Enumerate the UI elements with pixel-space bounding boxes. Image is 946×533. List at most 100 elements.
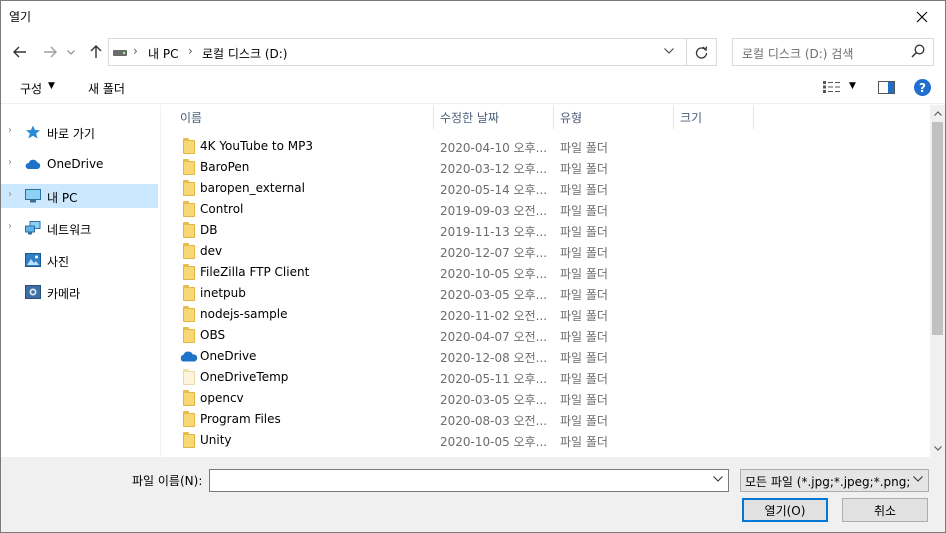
column-header-row: ^ 이름 수정한 날짜 유형 크기 — [162, 105, 930, 129]
drive-icon — [113, 50, 127, 56]
sidebar-item-network[interactable]: › 네트워크 — [1, 216, 158, 240]
vertical-scrollbar[interactable] — [930, 105, 945, 457]
table-row[interactable]: 4K YouTube to MP3 2020-04-10 오후... 파일 폴더 — [162, 136, 930, 157]
column-header-size[interactable]: 크기 — [680, 109, 702, 126]
breadcrumb-local-disk[interactable]: 로컬 디스크 (D:) — [202, 45, 287, 62]
new-folder-button[interactable]: 새 폴더 — [88, 80, 125, 97]
sidebar-item-camera[interactable]: 카메라 — [1, 280, 158, 304]
address-history-dropdown[interactable] — [664, 44, 674, 57]
sidebar-item-onedrive[interactable]: › OneDrive — [1, 152, 158, 176]
file-name: 4K YouTube to MP3 — [200, 139, 314, 153]
column-header-type[interactable]: 유형 — [560, 109, 582, 126]
chevron-down-icon — [933, 446, 942, 451]
file-type: 파일 폴더 — [560, 162, 608, 176]
folder-icon — [183, 411, 195, 427]
file-type-filter-select[interactable]: 모든 파일 (*.jpg;*.jpeg;*.png;*.l — [740, 469, 929, 492]
chevron-up-icon — [933, 111, 942, 116]
table-row[interactable]: Control 2019-09-03 오전... 파일 폴더 — [162, 199, 930, 220]
folder-icon — [183, 390, 195, 406]
file-name: Unity — [200, 433, 232, 447]
folder-icon — [183, 222, 195, 238]
help-icon[interactable]: ? — [914, 79, 931, 96]
open-file-dialog: 열기 › 내 PC › 로컬 디스크 (D:) 로컬 디스크 (D:) 검색 구… — [0, 0, 946, 533]
expand-chevron-icon[interactable]: › — [8, 157, 12, 168]
file-type: 파일 폴더 — [560, 393, 608, 407]
expand-chevron-icon[interactable]: › — [8, 221, 12, 232]
close-button[interactable] — [899, 1, 945, 32]
scroll-up-icon[interactable] — [930, 105, 945, 122]
file-name: opencv — [200, 391, 244, 405]
table-row[interactable]: OBS 2020-04-07 오전... 파일 폴더 — [162, 325, 930, 346]
organize-menu-button[interactable]: 구성 — [20, 80, 42, 97]
table-row[interactable]: inetpub 2020-03-05 오후... 파일 폴더 — [162, 283, 930, 304]
filename-label: 파일 이름(N): — [132, 474, 203, 488]
column-header-date[interactable]: 수정한 날짜 — [440, 109, 499, 126]
file-date: 2020-10-05 오후... — [440, 435, 548, 449]
search-input[interactable]: 로컬 디스크 (D:) 검색 — [732, 38, 934, 66]
column-divider[interactable] — [433, 105, 434, 129]
monitor-icon — [25, 189, 41, 203]
open-button[interactable]: 열기(O) — [742, 498, 828, 522]
file-date: 2020-12-08 오전... — [440, 351, 548, 365]
file-name: Program Files — [200, 412, 281, 426]
cancel-button[interactable]: 취소 — [842, 498, 928, 522]
table-row[interactable]: dev 2020-12-07 오후... 파일 폴더 — [162, 241, 930, 262]
file-type: 파일 폴더 — [560, 246, 608, 260]
file-name: OBS — [200, 328, 226, 342]
expand-chevron-icon[interactable]: › — [8, 189, 12, 200]
file-date: 2019-11-13 오후... — [440, 225, 548, 239]
file-name: OneDriveTemp — [200, 370, 289, 384]
file-type: 파일 폴더 — [560, 330, 608, 344]
filename-input[interactable] — [209, 469, 729, 492]
forward-button[interactable] — [39, 41, 61, 63]
breadcrumb-this-pc[interactable]: 내 PC — [148, 45, 178, 62]
table-row[interactable]: DB 2019-11-13 오후... 파일 폴더 — [162, 220, 930, 241]
back-button[interactable] — [9, 41, 31, 63]
chevron-down-icon — [913, 474, 923, 485]
refresh-button[interactable] — [687, 38, 717, 66]
table-row[interactable]: baropen_external 2020-05-14 오후... 파일 폴더 — [162, 178, 930, 199]
file-name: baropen_external — [200, 181, 305, 195]
table-row[interactable]: FileZilla FTP Client 2020-10-05 오후... 파일… — [162, 262, 930, 283]
expand-chevron-icon[interactable]: › — [8, 125, 12, 136]
navigation-bar: › 내 PC › 로컬 디스크 (D:) 로컬 디스크 (D:) 검색 — [1, 35, 945, 69]
file-list: ^ 이름 수정한 날짜 유형 크기 4K YouTube to MP3 2020… — [162, 105, 930, 457]
sidebar-item-label: 네트워크 — [47, 223, 92, 237]
file-type: 파일 폴더 — [560, 204, 608, 218]
folder-icon — [183, 285, 195, 301]
up-button[interactable] — [85, 41, 107, 63]
table-row[interactable]: OneDrive 2020-12-08 오전... 파일 폴더 — [162, 346, 930, 367]
filename-history-dropdown[interactable] — [713, 474, 723, 485]
folder-icon — [183, 327, 195, 343]
sidebar-item-label: 내 PC — [47, 191, 78, 205]
column-divider[interactable] — [753, 105, 754, 129]
sidebar-item-this-pc[interactable]: › 내 PC — [1, 184, 158, 208]
table-row[interactable]: Unity 2020-10-05 오후... 파일 폴더 — [162, 430, 930, 451]
recent-locations-button[interactable] — [63, 41, 79, 63]
scroll-down-icon[interactable] — [930, 440, 945, 457]
sidebar-item-quick-access[interactable]: › 바로 가기 — [1, 120, 158, 144]
scrollbar-thumb[interactable] — [932, 122, 943, 335]
table-row[interactable]: BaroPen 2020-03-12 오후... 파일 폴더 — [162, 157, 930, 178]
sidebar-item-photos[interactable]: 사진 — [1, 248, 158, 272]
column-header-name[interactable]: 이름 — [180, 109, 202, 126]
preview-pane-icon[interactable] — [878, 81, 895, 94]
folder-icon — [183, 432, 195, 448]
table-row[interactable]: opencv 2020-03-05 오후... 파일 폴더 — [162, 388, 930, 409]
table-row[interactable]: OneDriveTemp 2020-05-11 오후... 파일 폴더 — [162, 367, 930, 388]
column-divider[interactable] — [553, 105, 554, 129]
sidebar-item-label: OneDrive — [47, 157, 104, 171]
sidebar-item-label: 카메라 — [47, 287, 81, 301]
file-date: 2020-12-07 오후... — [440, 246, 548, 260]
view-options-icon[interactable] — [823, 81, 840, 93]
table-row[interactable]: nodejs-sample 2020-11-02 오전... 파일 폴더 — [162, 304, 930, 325]
file-type: 파일 폴더 — [560, 309, 608, 323]
arrow-up-icon — [90, 45, 102, 58]
column-divider[interactable] — [673, 105, 674, 129]
address-bar[interactable]: › 내 PC › 로컬 디스크 (D:) — [108, 38, 687, 66]
file-type: 파일 폴더 — [560, 435, 608, 449]
close-icon — [916, 11, 928, 22]
onedrive-icon — [180, 351, 198, 362]
table-row[interactable]: Program Files 2020-08-03 오전... 파일 폴더 — [162, 409, 930, 430]
view-options-caret-icon[interactable]: ▼ — [849, 81, 856, 91]
